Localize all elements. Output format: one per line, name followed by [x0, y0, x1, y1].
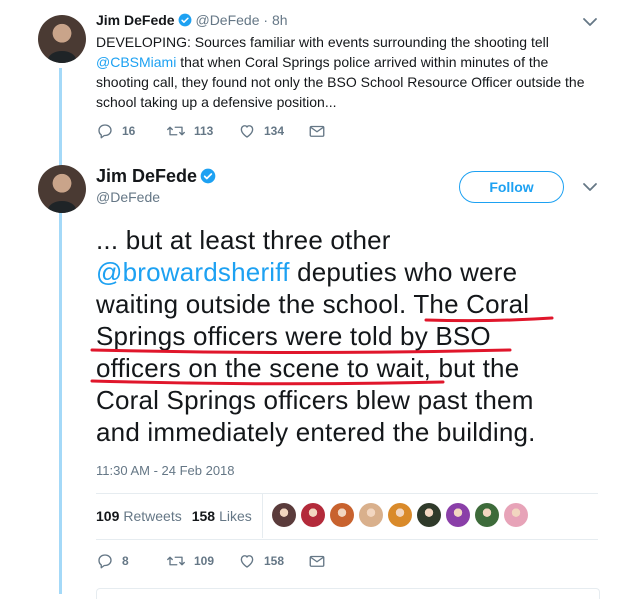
liker-avatars	[272, 503, 533, 527]
engagement-stats: 109 Retweets 158 Likes	[96, 508, 262, 524]
like-button[interactable]: 158	[238, 552, 286, 570]
reply-button[interactable]: 16	[96, 122, 144, 140]
direct-message-button[interactable]	[308, 552, 334, 570]
tweet-text-part: DEVELOPING: Sources familiar with events…	[96, 34, 549, 50]
like-count: 134	[264, 124, 285, 138]
liker-avatar[interactable]	[301, 503, 325, 527]
likes-stat-count: 158	[191, 508, 216, 524]
tweet-time[interactable]: 8h	[272, 12, 288, 28]
tweet-text-part: ... but at least three other	[96, 225, 391, 255]
reply-icon	[98, 124, 112, 139]
avatar[interactable]	[38, 165, 86, 213]
verified-badge-icon	[200, 168, 216, 189]
avatar[interactable]	[38, 15, 86, 63]
direct-message-button[interactable]	[308, 122, 334, 140]
retweet-count: 113	[194, 124, 214, 138]
author-name[interactable]: Jim DeFede	[96, 166, 197, 186]
tweet-text: ... but at least three other @browardshe…	[96, 224, 566, 448]
envelope-icon	[309, 125, 325, 137]
retweet-icon	[167, 126, 185, 136]
liker-avatar[interactable]	[330, 503, 354, 527]
tweet-header: Jim DeFede @DeFede · 8h	[96, 12, 288, 30]
like-button[interactable]: 134	[238, 122, 286, 140]
divider	[96, 493, 598, 494]
retweets-stat-count: 109	[96, 508, 120, 524]
retweet-button[interactable]: 113	[166, 122, 216, 140]
retweet-icon	[167, 556, 185, 566]
liker-avatar[interactable]	[446, 503, 470, 527]
reply-button[interactable]: 8	[96, 552, 144, 570]
tweet-actions: 16 113 134	[96, 122, 356, 140]
liker-avatar[interactable]	[417, 503, 441, 527]
mention-link[interactable]: @browardsheriff	[96, 257, 290, 287]
reply-count: 16	[122, 124, 136, 138]
likes-stat-label: Likes	[219, 508, 252, 524]
chevron-down-icon[interactable]	[582, 179, 598, 195]
tweet-timestamp[interactable]: 11:30 AM - 24 Feb 2018	[96, 463, 235, 478]
tweet-actions: 8 109 158	[96, 552, 356, 570]
heart-icon	[240, 555, 254, 568]
retweet-count: 109	[194, 554, 215, 568]
envelope-icon	[309, 555, 325, 567]
tweet-text: DEVELOPING: Sources familiar with events…	[96, 32, 596, 112]
liker-avatar[interactable]	[504, 503, 528, 527]
retweets-stat-label: Retweets	[123, 508, 182, 524]
likes-stat[interactable]: 158 Likes	[192, 508, 252, 524]
heart-icon	[240, 125, 254, 138]
follow-button[interactable]: Follow	[459, 171, 564, 203]
thread-connector-line	[59, 68, 62, 594]
mention-link[interactable]: @CBSMiami	[96, 54, 176, 70]
divider	[96, 539, 598, 540]
reply-icon	[98, 554, 112, 569]
reply-count: 8	[122, 554, 129, 568]
chevron-down-icon[interactable]	[582, 14, 598, 30]
author-name[interactable]: Jim DeFede	[96, 12, 175, 28]
separator-dot: ·	[263, 12, 269, 28]
retweet-button[interactable]: 109	[166, 552, 216, 570]
liker-avatar[interactable]	[475, 503, 499, 527]
like-count: 158	[264, 554, 285, 568]
author-handle[interactable]: @DeFede	[96, 189, 160, 205]
retweets-stat[interactable]: 109 Retweets	[96, 508, 182, 524]
author-handle[interactable]: @DeFede	[195, 12, 259, 28]
liker-avatar[interactable]	[359, 503, 383, 527]
stats-separator	[262, 494, 263, 538]
verified-badge-icon	[178, 13, 192, 30]
liker-avatar[interactable]	[388, 503, 412, 527]
liker-avatar[interactable]	[272, 503, 296, 527]
author-name-row: Jim DeFede	[96, 166, 216, 189]
